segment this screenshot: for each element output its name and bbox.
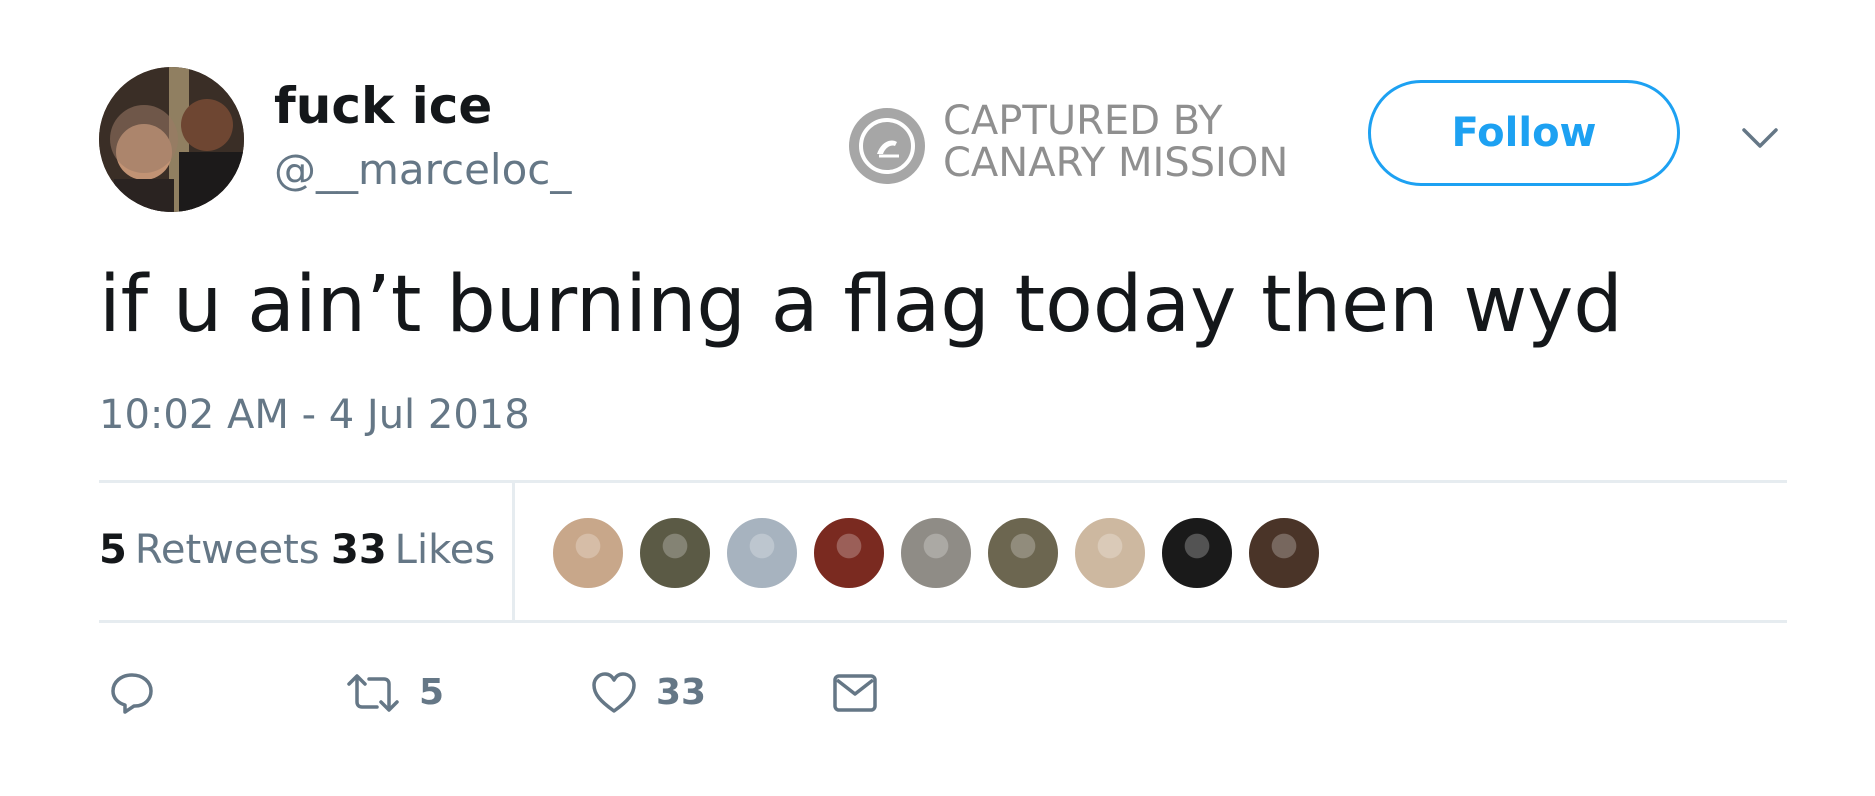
watermark-text: CAPTURED BY CANARY MISSION — [943, 100, 1288, 184]
stats-divider-bottom — [99, 620, 1787, 623]
tweet-text: if u ain’t burning a flag today then wyd — [99, 260, 1623, 350]
display-name[interactable]: fuck ice — [274, 76, 492, 136]
retweet-action[interactable]: 5 — [345, 668, 444, 718]
liker-avatar[interactable] — [638, 516, 712, 590]
retweet-action-count: 5 — [419, 672, 445, 713]
liker-avatar[interactable] — [986, 516, 1060, 590]
tweet-card: fuck ice @__marceloc_ CAPTURED BY CANARY… — [0, 0, 1875, 796]
chevron-down-icon[interactable] — [1740, 118, 1780, 158]
liker-avatar[interactable] — [812, 516, 886, 590]
direct-message-action[interactable] — [831, 668, 879, 718]
retweet-icon — [345, 670, 401, 716]
liker-avatar[interactable] — [1247, 516, 1321, 590]
envelope-icon — [831, 670, 879, 716]
likes-label: Likes — [394, 527, 496, 573]
watermark-line-1: CAPTURED BY — [943, 98, 1223, 144]
username[interactable]: @__marceloc_ — [274, 145, 571, 195]
likes-stat[interactable]: 33 Likes — [331, 525, 495, 575]
retweets-count: 5 — [99, 527, 127, 573]
retweets-stat[interactable]: 5 Retweets — [99, 525, 320, 575]
liker-avatar[interactable] — [1073, 516, 1147, 590]
canary-mission-watermark: CAPTURED BY CANARY MISSION — [849, 100, 1329, 184]
like-action-count: 33 — [656, 672, 707, 713]
avatar[interactable] — [99, 67, 244, 212]
stats-separator — [512, 483, 515, 620]
heart-icon — [590, 670, 638, 716]
follow-button[interactable]: Follow — [1368, 80, 1680, 186]
like-action[interactable]: 33 — [590, 668, 706, 718]
watermark-line-2: CANARY MISSION — [943, 140, 1289, 186]
liker-avatar[interactable] — [899, 516, 973, 590]
liker-avatar[interactable] — [1160, 516, 1234, 590]
stats-divider-top — [99, 480, 1787, 483]
liker-avatar[interactable] — [725, 516, 799, 590]
likes-count: 33 — [331, 527, 387, 573]
canary-logo-icon — [849, 108, 925, 184]
reply-icon — [109, 670, 155, 716]
tweet-timestamp[interactable]: 10:02 AM - 4 Jul 2018 — [99, 390, 530, 440]
avatar-photo — [99, 67, 244, 212]
liker-avatar[interactable] — [551, 516, 625, 590]
retweets-label: Retweets — [134, 527, 320, 573]
reply-action[interactable] — [109, 668, 155, 718]
